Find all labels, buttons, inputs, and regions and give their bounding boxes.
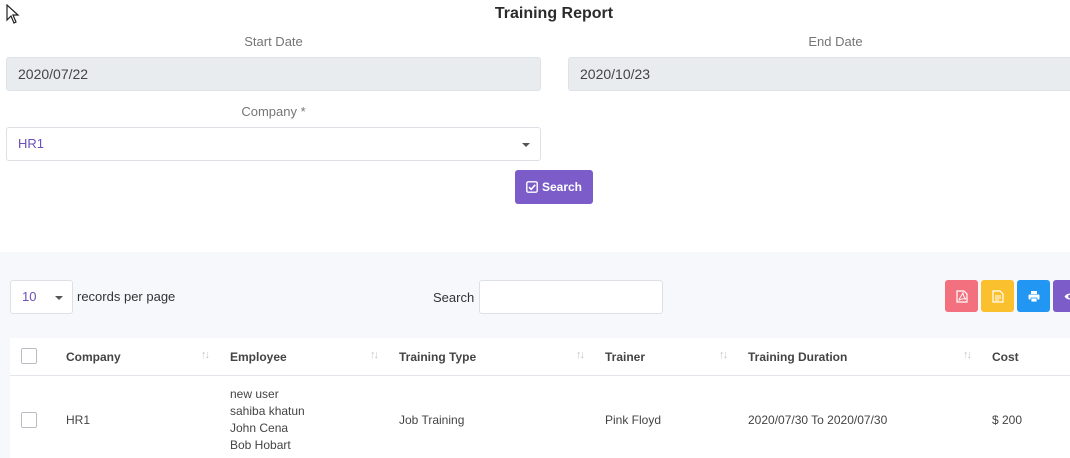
column-header-training-type[interactable]: Training Type xyxy=(399,350,476,364)
training-report-page: Training Report Start Date End Date 2020… xyxy=(0,0,1070,458)
training-report-table: Company ↑↓ Employee ↑↓ Training Type ↑↓ … xyxy=(10,338,1070,458)
pdf-icon xyxy=(955,289,968,303)
row-trainer: Pink Floyd xyxy=(605,413,662,427)
column-header-trainer[interactable]: Trainer xyxy=(605,350,645,364)
page-title: Training Report xyxy=(494,5,614,22)
print-button[interactable] xyxy=(1017,280,1050,312)
select-all-checkbox[interactable] xyxy=(21,348,37,364)
page-length-value: 10 xyxy=(22,289,37,304)
column-visibility-button[interactable] xyxy=(1053,280,1070,312)
sort-icon[interactable]: ↑↓ xyxy=(370,349,379,361)
employee-name: Bob Hobart xyxy=(230,438,291,452)
search-button[interactable]: Search xyxy=(515,170,593,204)
sort-icon[interactable]: ↑↓ xyxy=(576,349,585,361)
table-search-label: Search xyxy=(433,290,475,305)
row-cost: $ 200 xyxy=(992,413,1023,427)
end-date-label: End Date xyxy=(808,34,863,49)
column-header-company[interactable]: Company xyxy=(66,350,121,364)
row-training-duration: 2020/07/30 To 2020/07/30 xyxy=(748,413,888,427)
end-date-field[interactable]: 2020/10/23 xyxy=(568,57,1070,91)
export-pdf-button[interactable] xyxy=(945,280,978,312)
chevron-down-icon xyxy=(55,296,63,300)
records-per-page-label: records per page xyxy=(77,289,176,304)
column-header-training-duration[interactable]: Training Duration xyxy=(748,350,847,364)
chevron-down-icon xyxy=(522,143,530,147)
sort-icon[interactable]: ↑↓ xyxy=(963,349,972,361)
search-button-label: Search xyxy=(541,180,583,194)
check-square-icon xyxy=(526,181,538,193)
column-header-cost[interactable]: Cost xyxy=(992,350,1019,364)
export-document-button[interactable] xyxy=(981,280,1014,312)
company-select[interactable]: HR1 xyxy=(6,127,541,161)
column-header-employee[interactable]: Employee xyxy=(230,350,287,364)
row-company: HR1 xyxy=(66,413,91,427)
sort-icon[interactable]: ↑↓ xyxy=(719,349,728,361)
eye-icon xyxy=(1064,293,1070,299)
employee-name: new user xyxy=(230,387,279,401)
document-icon xyxy=(991,289,1004,303)
company-label: Company * xyxy=(241,104,306,119)
company-select-value: HR1 xyxy=(18,136,45,151)
start-date-label: Start Date xyxy=(244,34,303,49)
employee-name: sahiba khatun xyxy=(230,404,305,418)
row-employees: new user sahiba khatun John Cena Bob Hob… xyxy=(230,386,305,454)
print-icon xyxy=(1028,290,1039,302)
row-training-type: Job Training xyxy=(399,413,465,427)
sort-icon[interactable]: ↑↓ xyxy=(201,349,210,361)
row-checkbox[interactable] xyxy=(21,412,37,428)
page-length-select[interactable]: 10 xyxy=(10,280,73,314)
start-date-field[interactable]: 2020/07/22 xyxy=(6,57,541,91)
table-search-input[interactable] xyxy=(479,280,663,314)
employee-name: John Cena xyxy=(230,421,289,435)
table-header: Company ↑↓ Employee ↑↓ Training Type ↑↓ … xyxy=(10,338,1070,376)
